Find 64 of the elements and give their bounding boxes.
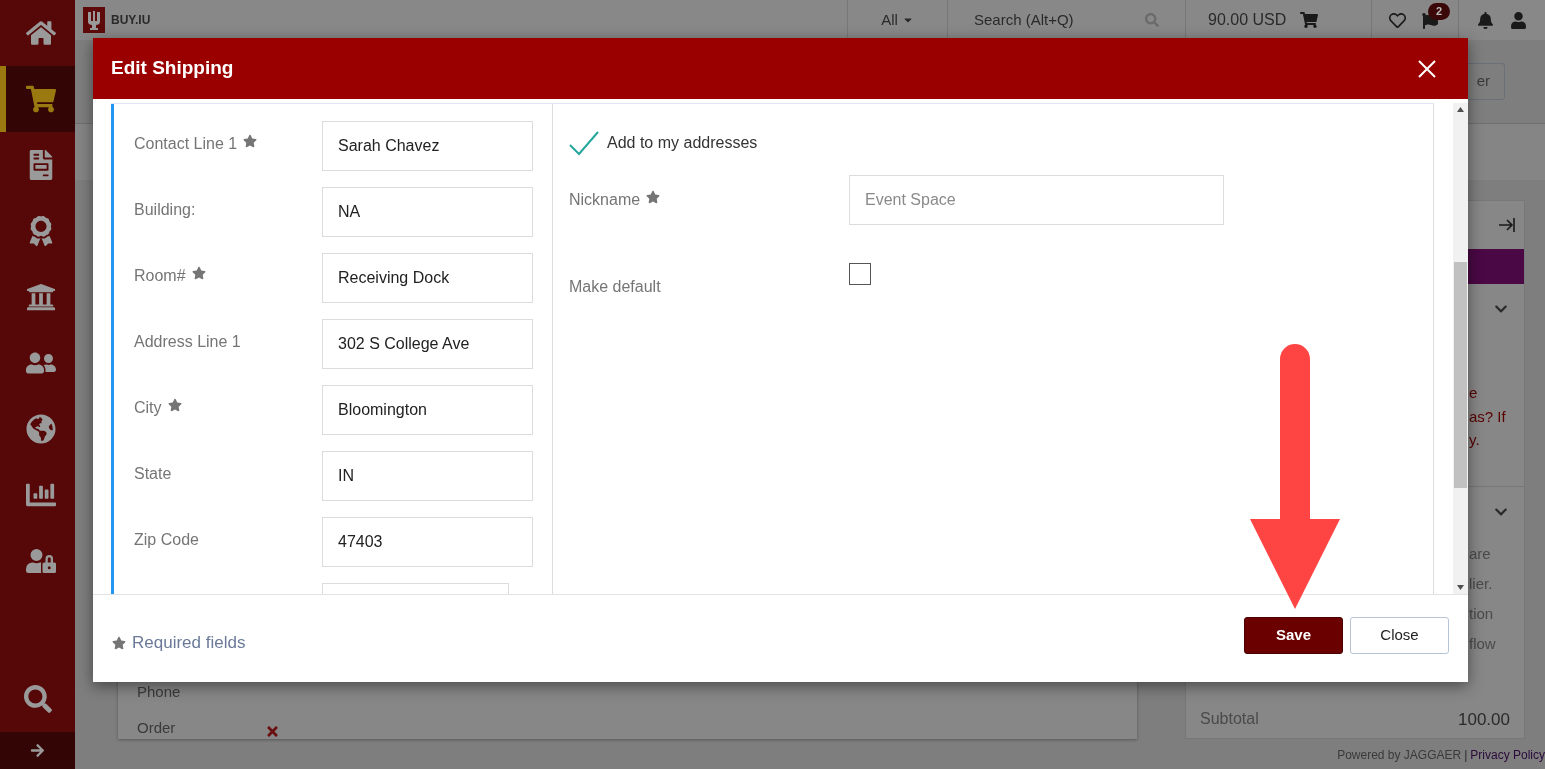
panel-text: e xyxy=(1469,383,1479,403)
close-button[interactable]: Close xyxy=(1350,617,1449,654)
checkbox[interactable] xyxy=(849,263,871,285)
panel-text: flow xyxy=(1469,634,1497,654)
field-label: Nickname xyxy=(569,190,641,210)
input-field[interactable]: Sarah Chavez xyxy=(322,121,533,171)
expand-button[interactable] xyxy=(0,732,75,769)
scope-dropdown[interactable]: All xyxy=(881,8,914,32)
dialog-title: Edit Shipping xyxy=(111,56,234,81)
scroll-down-icon[interactable] xyxy=(1457,585,1464,590)
nickname-field[interactable]: Event Space xyxy=(849,175,1224,225)
subtotal-label: Subtotal xyxy=(1200,709,1259,730)
panel-text: as? If xyxy=(1469,406,1507,427)
panel-text: tion xyxy=(1469,604,1495,624)
home-icon xyxy=(25,18,56,48)
field-label: Building: xyxy=(134,200,196,220)
required-note: Required fields xyxy=(132,631,246,654)
field-label: Zip Code xyxy=(134,530,199,550)
cart-icon[interactable] xyxy=(1300,11,1319,29)
logo-icon xyxy=(83,7,105,33)
input-field[interactable]: IN xyxy=(322,451,533,501)
panel-text: y. xyxy=(1469,430,1481,450)
required-star-icon xyxy=(112,635,126,650)
powered-by-text: Powered by JAGGAER xyxy=(1337,747,1462,764)
field-label: Order xyxy=(137,717,176,738)
close-button[interactable] xyxy=(1416,57,1438,80)
input-field[interactable]: NA xyxy=(322,187,533,237)
panel-text: are xyxy=(1469,544,1492,564)
sidebar-item[interactable] xyxy=(0,66,75,132)
heart-icon[interactable] xyxy=(1389,11,1406,29)
bank-icon xyxy=(25,282,56,312)
search-icon[interactable] xyxy=(23,685,52,713)
input-field[interactable]: 47403 xyxy=(322,517,533,567)
input-field[interactable]: Receiving Dock xyxy=(322,253,533,303)
arrow-icon xyxy=(30,743,45,758)
cart-icon xyxy=(25,84,56,114)
field-label: City xyxy=(134,398,162,418)
scrollbar[interactable] xyxy=(1453,103,1468,594)
user-icon[interactable] xyxy=(1510,11,1527,29)
cart-total: 90.00 USD xyxy=(1208,10,1287,30)
search-field[interactable]: Search (Alt+Q) xyxy=(974,8,1145,32)
globe-icon xyxy=(25,414,56,444)
logo-text: BUY.IU xyxy=(111,12,151,29)
collapse-icon[interactable] xyxy=(1498,217,1516,233)
checkbox-label: Add to my addresses xyxy=(607,133,758,153)
bell-icon[interactable] xyxy=(1477,11,1494,29)
input-field[interactable]: Bloomington xyxy=(322,385,533,435)
field-label: State xyxy=(134,464,172,484)
field-label: Address Line 1 xyxy=(134,332,241,352)
subtotal-value: 100.00 xyxy=(1458,708,1510,731)
panel-text: lier. xyxy=(1469,574,1494,594)
field-label: Phone xyxy=(137,681,181,702)
notification-badge: 2 xyxy=(1428,3,1451,20)
field-label: Make default xyxy=(569,277,662,297)
close-icon xyxy=(1418,59,1436,78)
field-label: Contact Line 1 xyxy=(134,134,238,154)
scroll-up-icon[interactable] xyxy=(1457,107,1464,112)
privacy-link[interactable]: Privacy Policy xyxy=(1470,746,1545,764)
check-icon xyxy=(569,130,599,156)
checkmark-checkbox[interactable] xyxy=(569,129,599,157)
field-label: Room# xyxy=(134,266,186,286)
separator-text: | xyxy=(1464,747,1468,764)
input-field[interactable]: 302 S College Ave xyxy=(322,319,533,369)
save-button[interactable]: Save xyxy=(1244,617,1343,654)
